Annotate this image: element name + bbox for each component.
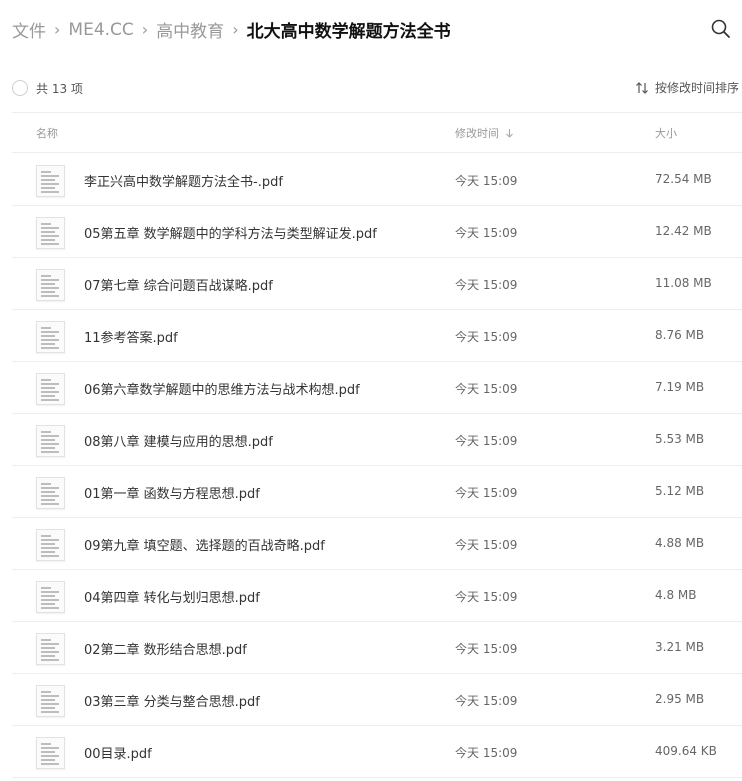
file-row[interactable]: 李正兴高中数学解题方法全书-.pdf 今天 15:09 72.54 MB [12, 154, 742, 206]
divider [12, 112, 742, 113]
pdf-thumbnail-icon [36, 425, 65, 457]
file-name[interactable]: 07第七章 综合问题百战谋略.pdf [84, 275, 273, 294]
search-icon[interactable] [710, 18, 732, 40]
file-size: 2.95 MB [655, 692, 705, 706]
file-modified-time: 今天 15:09 [455, 434, 518, 448]
file-modified-time: 今天 15:09 [455, 538, 518, 552]
pdf-thumbnail-icon [36, 529, 65, 561]
breadcrumb: 文件 › ME4.CC › 高中教育 › 北大高中数学解题方法全书 [12, 17, 451, 43]
breadcrumb-high-school-education[interactable]: 高中教育 [156, 17, 224, 42]
pdf-thumbnail-icon [36, 373, 65, 405]
file-row[interactable]: 03第三章 分类与整合思想.pdf 今天 15:09 2.95 MB [12, 674, 742, 726]
file-size: 4.88 MB [655, 536, 705, 550]
sort-button[interactable]: 按修改时间排序 [635, 79, 739, 96]
file-name[interactable]: 11参考答案.pdf [84, 327, 178, 346]
file-name[interactable]: 08第八章 建模与应用的思想.pdf [84, 431, 273, 450]
breadcrumb-separator: › [54, 20, 61, 39]
file-name[interactable]: 李正兴高中数学解题方法全书-.pdf [84, 171, 283, 190]
file-modified-time: 今天 15:09 [455, 590, 518, 604]
breadcrumb-current-folder: 北大高中数学解题方法全书 [246, 22, 451, 42]
file-row[interactable]: 07第七章 综合问题百战谋略.pdf 今天 15:09 11.08 MB [12, 258, 742, 310]
file-size: 11.08 MB [655, 276, 712, 290]
file-size: 7.19 MB [655, 380, 705, 394]
file-name[interactable]: 02第二章 数形结合思想.pdf [84, 639, 247, 658]
file-size: 72.54 MB [655, 172, 712, 186]
pdf-thumbnail-icon [36, 581, 65, 613]
pdf-thumbnail-icon [36, 269, 65, 301]
file-size: 409.64 KB [655, 744, 717, 758]
file-row[interactable]: 04第四章 转化与划归思想.pdf 今天 15:09 4.8 MB [12, 570, 742, 622]
column-size-header[interactable]: 大小 [655, 125, 677, 141]
pdf-thumbnail-icon [36, 685, 65, 717]
file-modified-time: 今天 15:09 [455, 382, 518, 396]
breadcrumb-me4cc[interactable]: ME4.CC [68, 20, 133, 40]
column-header: 名称 修改时间 大小 [0, 115, 742, 151]
file-row[interactable]: 01第一章 函数与方程思想.pdf 今天 15:09 5.12 MB [12, 466, 742, 518]
file-size: 12.42 MB [655, 224, 712, 238]
column-mtime-header[interactable]: 修改时间 [455, 125, 514, 141]
file-row[interactable]: 05第五章 数学解题中的学科方法与类型解证发.pdf 今天 15:09 12.42 … [12, 206, 742, 258]
divider [12, 152, 742, 153]
pdf-thumbnail-icon [36, 737, 65, 769]
file-name[interactable]: 09第九章 填空题、选择题的百战奇略.pdf [84, 535, 325, 554]
column-mtime-label: 修改时间 [455, 127, 499, 140]
file-size: 4.8 MB [655, 588, 697, 602]
pdf-thumbnail-icon [36, 165, 65, 197]
file-modified-time: 今天 15:09 [455, 174, 518, 188]
file-modified-time: 今天 15:09 [455, 330, 518, 344]
sort-label: 按修改时间排序 [654, 81, 739, 95]
file-row[interactable]: 00目录.pdf 今天 15:09 409.64 KB [12, 726, 742, 778]
pdf-thumbnail-icon [36, 633, 65, 665]
item-count: 共 13 项 [36, 82, 83, 96]
file-name[interactable]: 04第四章 转化与划归思想.pdf [84, 587, 260, 606]
pdf-thumbnail-icon [36, 217, 65, 249]
file-name[interactable]: 05第五章 数学解题中的学科方法与类型解证发.pdf [84, 223, 377, 242]
list-toolbar: 共 13 项 按修改时间排序 [0, 72, 742, 104]
file-modified-time: 今天 15:09 [455, 486, 518, 500]
select-all-checkbox[interactable] [12, 80, 28, 96]
file-size: 5.53 MB [655, 432, 705, 446]
arrow-down-icon [506, 129, 513, 138]
file-list: 李正兴高中数学解题方法全书-.pdf 今天 15:09 72.54 MB 05第五章 … [0, 154, 742, 778]
file-name[interactable]: 06第六章数学解题中的思维方法与战术构想.pdf [84, 379, 360, 398]
pdf-thumbnail-icon [36, 321, 65, 353]
breadcrumb-separator: › [232, 20, 239, 39]
breadcrumb-files[interactable]: 文件 [12, 17, 46, 42]
file-row[interactable]: 06第六章数学解题中的思维方法与战术构想.pdf 今天 15:09 7.19 MB [12, 362, 742, 414]
file-modified-time: 今天 15:09 [455, 226, 518, 240]
pdf-thumbnail-icon [36, 477, 65, 509]
file-row[interactable]: 02第二章 数形结合思想.pdf 今天 15:09 3.21 MB [12, 622, 742, 674]
file-modified-time: 今天 15:09 [455, 278, 518, 292]
file-row[interactable]: 08第八章 建模与应用的思想.pdf 今天 15:09 5.53 MB [12, 414, 742, 466]
file-name[interactable]: 01第一章 函数与方程思想.pdf [84, 483, 260, 502]
file-modified-time: 今天 15:09 [455, 694, 518, 708]
file-size: 8.76 MB [655, 328, 705, 342]
breadcrumb-separator: › [141, 20, 149, 39]
file-modified-time: 今天 15:09 [455, 746, 518, 760]
file-name[interactable]: 00目录.pdf [84, 743, 152, 762]
file-row[interactable]: 11参考答案.pdf 今天 15:09 8.76 MB [12, 310, 742, 362]
file-size: 5.12 MB [655, 484, 705, 498]
column-name-header[interactable]: 名称 [36, 125, 58, 141]
sort-icon [636, 81, 648, 94]
file-name[interactable]: 03第三章 分类与整合思想.pdf [84, 691, 260, 710]
file-row[interactable]: 09第九章 填空题、选择题的百战奇略.pdf 今天 15:09 4.88 MB [12, 518, 742, 570]
file-modified-time: 今天 15:09 [455, 642, 518, 656]
top-bar: 文件 › ME4.CC › 高中教育 › 北大高中数学解题方法全书 [0, 0, 742, 60]
file-size: 3.21 MB [655, 640, 705, 654]
